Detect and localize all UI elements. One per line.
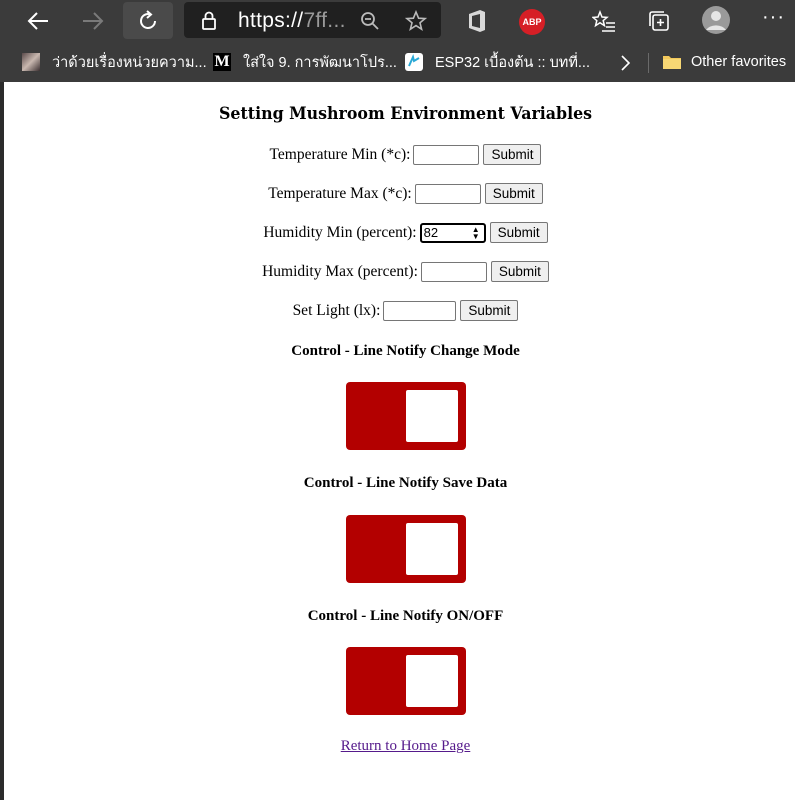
zoom-icon[interactable] xyxy=(360,11,380,31)
humidity-max-input[interactable] xyxy=(420,261,487,282)
folder-icon xyxy=(663,56,681,69)
favorites-icon[interactable] xyxy=(592,10,616,32)
forward-arrow-icon xyxy=(83,11,104,30)
bookmarks-bar: ว่าด้วยเรื่องหน่วยความ... M ใส่ใจ 9. การ… xyxy=(0,43,795,82)
favorite-star-icon[interactable] xyxy=(405,10,427,32)
toggle-knob xyxy=(406,655,458,707)
profile-avatar-icon[interactable] xyxy=(701,5,731,35)
temperature-max-input[interactable] xyxy=(414,183,481,204)
url-host: 7ff... xyxy=(303,9,346,32)
adblock-plus-icon[interactable]: ABP xyxy=(519,9,545,35)
control-on-off-title: Control - Line Notify ON/OFF xyxy=(307,608,504,624)
address-bar[interactable]: https://7ff... xyxy=(184,2,441,38)
home-link-row: Return to Home Page xyxy=(4,738,795,755)
chevron-right-icon[interactable] xyxy=(619,54,631,72)
form-temperature-max: Temperature Max (*c): Submit xyxy=(4,183,795,204)
bookmark-item-develop[interactable]: M ใส่ใจ 9. การพัฒนาโปร... xyxy=(213,51,397,73)
change-mode-toggle[interactable] xyxy=(346,382,466,450)
photo-favicon-icon xyxy=(22,53,40,71)
back-button[interactable] xyxy=(13,2,63,39)
bookmark-label: ESP32 เบื้องต้น :: บทที่... xyxy=(435,54,590,71)
lock-icon xyxy=(202,11,216,30)
url-text: https://7ff... xyxy=(238,9,346,33)
save-data-toggle[interactable] xyxy=(346,515,466,583)
temperature-max-submit-button[interactable]: Submit xyxy=(484,183,543,204)
temperature-max-label: Temperature Max (*c): xyxy=(268,184,412,202)
bookmark-label: ใส่ใจ 9. การพัฒนาโปร... xyxy=(243,54,397,71)
control-change-mode-title: Control - Line Notify Change Mode xyxy=(291,343,520,359)
collections-icon[interactable] xyxy=(647,9,671,33)
return-home-link[interactable]: Return to Home Page xyxy=(341,738,471,754)
browser-toolbar: https://7ff... ABP ··· xyxy=(0,0,795,43)
bookmarks-divider xyxy=(648,53,649,73)
spinner-arrows-icon[interactable]: ▲ ▼ xyxy=(472,225,480,240)
more-menu-icon[interactable]: ··· xyxy=(762,6,785,29)
back-arrow-icon xyxy=(27,11,48,30)
temperature-min-label: Temperature Min (*c): xyxy=(269,145,411,163)
forward-button[interactable] xyxy=(68,2,118,39)
humidity-min-submit-button[interactable]: Submit xyxy=(489,222,548,243)
set-light-submit-button[interactable]: Submit xyxy=(460,300,519,321)
bookmark-item-esp32[interactable]: ESP32 เบื้องต้น :: บทที่... xyxy=(405,51,590,73)
esp32-favicon-icon xyxy=(405,53,423,71)
page-content: Setting Mushroom Environment Variables T… xyxy=(4,82,795,800)
refresh-icon xyxy=(140,9,156,29)
toggle-knob xyxy=(406,390,458,442)
form-temperature-min: Temperature Min (*c): Submit xyxy=(4,144,795,165)
temperature-min-submit-button[interactable]: Submit xyxy=(483,144,542,165)
url-scheme: https:// xyxy=(238,9,304,32)
other-favorites[interactable]: Other favorites xyxy=(662,51,786,73)
humidity-max-submit-button[interactable]: Submit xyxy=(490,261,549,282)
page-title: Setting Mushroom Environment Variables xyxy=(219,104,593,124)
refresh-button[interactable] xyxy=(123,2,173,39)
toggle-knob xyxy=(406,523,458,575)
on-off-toggle[interactable] xyxy=(346,647,466,715)
form-humidity-min: Humidity Min (percent): 82 ▲ ▼ Submit xyxy=(4,222,795,243)
form-set-light: Set Light (lx): Submit xyxy=(4,300,795,321)
office-extension-icon[interactable] xyxy=(466,9,488,33)
medium-favicon-letter: M xyxy=(214,53,230,70)
set-light-input[interactable] xyxy=(383,300,457,321)
other-favorites-label: Other favorites xyxy=(691,54,787,70)
humidity-min-value: 82 xyxy=(423,224,439,240)
medium-favicon-icon: M xyxy=(213,53,231,71)
form-humidity-max: Humidity Max (percent): Submit xyxy=(4,261,795,282)
control-save-data-title: Control - Line Notify Save Data xyxy=(303,475,508,491)
humidity-max-label: Humidity Max (percent): xyxy=(262,262,418,280)
adblock-label: ABP xyxy=(522,17,542,27)
bookmark-label: ว่าด้วยเรื่องหน่วยความ... xyxy=(52,54,207,71)
bookmark-item-memory[interactable]: ว่าด้วยเรื่องหน่วยความ... xyxy=(22,51,207,73)
humidity-min-label: Humidity Min (percent): xyxy=(263,223,417,241)
set-light-label: Set Light (lx): xyxy=(292,301,381,319)
temperature-min-input[interactable] xyxy=(413,144,480,165)
humidity-min-input[interactable]: 82 ▲ ▼ xyxy=(419,222,486,243)
